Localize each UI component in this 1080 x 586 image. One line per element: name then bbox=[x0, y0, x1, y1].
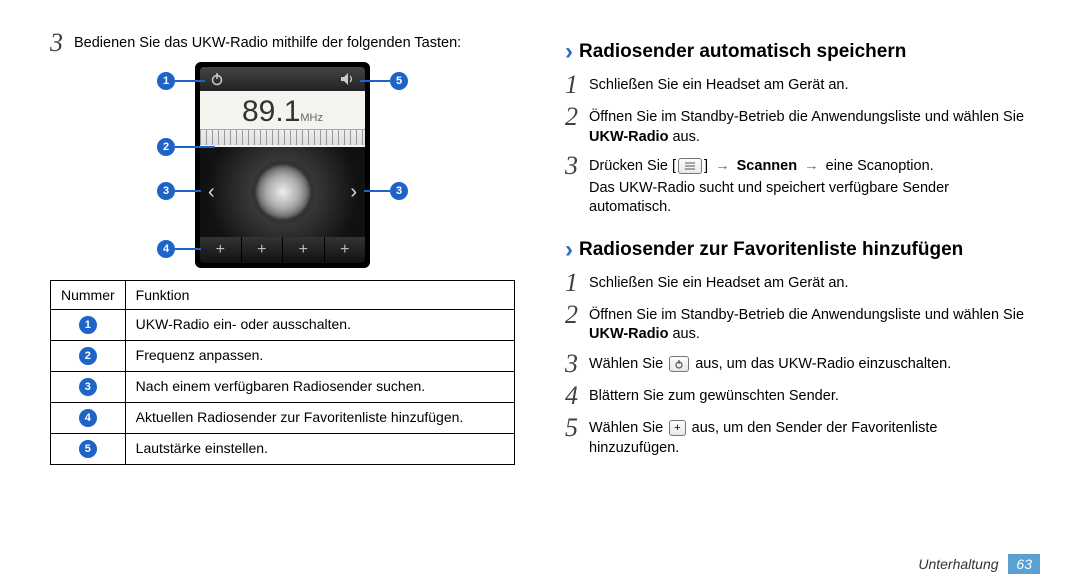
sectionB-step-4: 4 Blättern Sie zum gewünschten Sender. bbox=[565, 383, 1030, 409]
section-a-heading: › Radiosender automatisch speichern bbox=[565, 38, 1030, 66]
favorites-row: + + + + bbox=[200, 237, 365, 263]
table-head-number: Nummer bbox=[51, 281, 126, 310]
add-favorite-icon: + bbox=[200, 237, 242, 263]
callout-3-right: 3 bbox=[364, 182, 408, 200]
sectionA-step-3: 3 Drücken Sie [] → Scannen → eine Scanop… bbox=[565, 153, 1030, 218]
sectionB-step-5: 5 Wählen Sie + aus, um den Sender der Fa… bbox=[565, 415, 1030, 458]
footer-page-number: 63 bbox=[1008, 554, 1040, 574]
prev-station-icon: ‹ bbox=[208, 181, 215, 204]
callout-1: 1 bbox=[157, 72, 205, 90]
step-number: 2 bbox=[565, 302, 589, 328]
sectionB-step-3: 3 Wählen Sie aus, um das UKW-Radio einzu… bbox=[565, 351, 1030, 377]
dial-area: ‹ › bbox=[200, 147, 365, 237]
chevron-right-icon: › bbox=[565, 38, 573, 66]
callout-3-left: 3 bbox=[157, 182, 201, 200]
step-number: 2 bbox=[565, 104, 589, 130]
section-a-title: Radiosender automatisch speichern bbox=[579, 41, 906, 63]
arrow-right-icon: → bbox=[712, 158, 733, 174]
step-text: Bedienen Sie das UKW-Radio mithilfe der … bbox=[74, 30, 461, 54]
sectionA-step-1: 1 Schließen Sie ein Headset am Gerät an. bbox=[565, 72, 1030, 98]
table-row: 2Frequenz anpassen. bbox=[51, 341, 515, 372]
function-table: Nummer Funktion 1UKW-Radio ein- oder aus… bbox=[50, 280, 515, 465]
footer-section: Unterhaltung bbox=[918, 556, 998, 572]
step-number: 3 bbox=[50, 30, 74, 56]
step-text: Öffnen Sie im Standby-Betrieb die Anwend… bbox=[589, 302, 1030, 345]
step-text: Wählen Sie + aus, um den Sender der Favo… bbox=[589, 415, 1030, 458]
left-step-3: 3 Bedienen Sie das UKW-Radio mithilfe de… bbox=[50, 30, 515, 56]
callout-4: 4 bbox=[157, 240, 201, 258]
step-text: Öffnen Sie im Standby-Betrieb die Anwend… bbox=[589, 104, 1030, 147]
sectionA-step-2: 2 Öffnen Sie im Standby-Betrieb die Anwe… bbox=[565, 104, 1030, 147]
frequency-unit: MHz bbox=[300, 112, 323, 124]
add-favorite-icon: + bbox=[325, 237, 366, 263]
table-head-function: Funktion bbox=[125, 281, 514, 310]
step-number: 5 bbox=[565, 415, 589, 441]
step-number: 1 bbox=[565, 270, 589, 296]
step-text: Drücken Sie [] → Scannen → eine Scanopti… bbox=[589, 153, 1030, 218]
add-favorite-icon: + bbox=[283, 237, 325, 263]
table-row: 3Nach einem verfügbaren Radiosender such… bbox=[51, 372, 515, 403]
step-number: 1 bbox=[565, 72, 589, 98]
radio-top-bar bbox=[200, 67, 365, 91]
volume-icon bbox=[337, 70, 359, 88]
table-row: 4Aktuellen Radiosender zur Favoritenlist… bbox=[51, 403, 515, 434]
chevron-right-icon: › bbox=[565, 236, 573, 264]
page: 3 Bedienen Sie das UKW-Radio mithilfe de… bbox=[0, 0, 1080, 586]
plus-icon: + bbox=[669, 420, 685, 436]
step-number: 3 bbox=[565, 351, 589, 377]
sectionB-step-2: 2 Öffnen Sie im Standby-Betrieb die Anwe… bbox=[565, 302, 1030, 345]
step-text: Schließen Sie ein Headset am Gerät an. bbox=[589, 270, 849, 294]
table-row: 5Lautstärke einstellen. bbox=[51, 434, 515, 465]
step-text: Schließen Sie ein Headset am Gerät an. bbox=[589, 72, 849, 96]
frequency-value: 89.1 bbox=[242, 95, 300, 129]
radio-figure: 89.1MHz ‹ › + + + + bbox=[50, 62, 515, 268]
left-column: 3 Bedienen Sie das UKW-Radio mithilfe de… bbox=[30, 20, 540, 576]
sectionB-step-1: 1 Schließen Sie ein Headset am Gerät an. bbox=[565, 270, 1030, 296]
step-text: Wählen Sie aus, um das UKW-Radio einzusc… bbox=[589, 351, 951, 375]
frequency-scale bbox=[200, 129, 365, 145]
table-row: 1UKW-Radio ein- oder ausschalten. bbox=[51, 310, 515, 341]
radio-mockup: 89.1MHz ‹ › + + + + bbox=[195, 62, 370, 268]
callout-2: 2 bbox=[157, 138, 215, 156]
power-icon bbox=[206, 70, 228, 88]
add-favorite-icon: + bbox=[242, 237, 284, 263]
arrow-right-icon: → bbox=[801, 158, 822, 174]
step-number: 4 bbox=[565, 383, 589, 409]
menu-key-icon bbox=[678, 158, 702, 174]
page-footer: Unterhaltung 63 bbox=[918, 556, 1040, 572]
callout-5: 5 bbox=[360, 72, 408, 90]
step-number: 3 bbox=[565, 153, 589, 179]
section-b-heading: › Radiosender zur Favoritenliste hinzufü… bbox=[565, 236, 1030, 264]
table-header-row: Nummer Funktion bbox=[51, 281, 515, 310]
frequency-display: 89.1MHz bbox=[200, 91, 365, 147]
step-text: Blättern Sie zum gewünschten Sender. bbox=[589, 383, 839, 407]
power-icon bbox=[669, 356, 689, 372]
right-column: › Radiosender automatisch speichern 1 Sc… bbox=[540, 20, 1050, 576]
tuning-dial bbox=[251, 160, 315, 224]
section-b-title: Radiosender zur Favoritenliste hinzufüge… bbox=[579, 239, 963, 261]
next-station-icon: › bbox=[350, 181, 357, 204]
